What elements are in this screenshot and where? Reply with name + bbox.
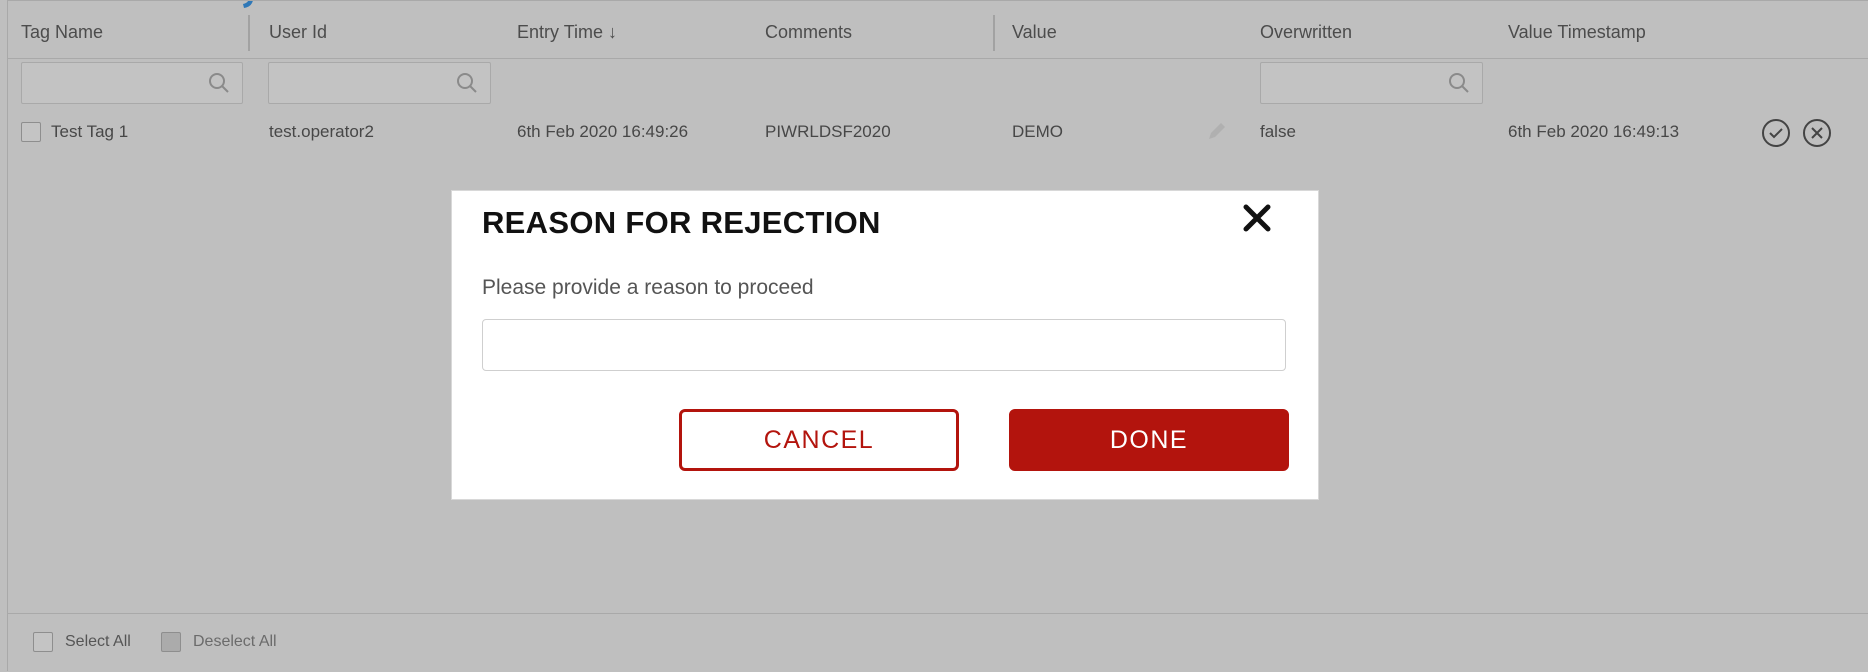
col-header-tag-name[interactable]: Tag Name (21, 1, 103, 58)
sort-arrow-icon: ↓ (608, 22, 618, 42)
cell-entry-time: 6th Feb 2020 16:49:26 (517, 122, 689, 141)
column-resize-handle[interactable] (993, 15, 995, 51)
cell-value: DEMO (1012, 122, 1063, 141)
cell-user-id: test.operator2 (269, 122, 374, 141)
tag-name-filter-input[interactable] (21, 62, 243, 104)
col-header-user-id[interactable]: User Id (269, 1, 327, 58)
cell-tag-name: Test Tag 1 (51, 122, 129, 141)
cell-value-timestamp: 6th Feb 2020 16:49:13 (1508, 122, 1680, 141)
select-all-label[interactable]: Select All (65, 633, 131, 651)
search-icon (457, 73, 477, 93)
close-icon[interactable] (1236, 197, 1278, 239)
table-header: Tag Name User Id Entry Time ↓ Comments V… (8, 0, 1868, 59)
row-checkbox[interactable] (21, 122, 41, 142)
select-all-checkbox[interactable] (33, 632, 53, 652)
overwritten-filter-input[interactable] (1260, 62, 1483, 104)
user-id-filter-input[interactable] (268, 62, 491, 104)
rejection-reason-dialog: REASON FOR REJECTION Please provide a re… (452, 191, 1318, 499)
reason-input[interactable] (482, 319, 1286, 371)
column-resize-handle[interactable] (248, 15, 250, 51)
x-circle-icon[interactable] (1802, 118, 1831, 147)
search-icon (1449, 73, 1469, 93)
done-button[interactable]: DONE (1009, 409, 1289, 471)
col-header-overwritten[interactable]: Overwritten (1260, 1, 1352, 58)
table-footer: Select All Deselect All (8, 613, 1868, 672)
cell-comments: PIWRLDSF2020 (765, 122, 891, 141)
check-circle-icon[interactable] (1761, 118, 1790, 147)
col-header-entry-time-label: Entry Time (517, 22, 604, 42)
col-header-entry-time[interactable]: Entry Time ↓ (517, 1, 617, 58)
search-icon (209, 73, 229, 93)
col-header-comments[interactable]: Comments (765, 1, 852, 58)
deselect-all-label[interactable]: Deselect All (193, 633, 277, 651)
pencil-icon[interactable] (1206, 120, 1234, 148)
table-row: Test Tag 1 test.operator2 6th Feb 2020 1… (8, 112, 1868, 154)
cell-overwritten: false (1260, 122, 1296, 141)
col-header-value[interactable]: Value (1012, 1, 1057, 58)
dialog-subtitle: Please provide a reason to proceed (482, 276, 814, 299)
deselect-all-checkbox[interactable] (161, 632, 181, 652)
cancel-button[interactable]: CANCEL (679, 409, 959, 471)
dialog-title: REASON FOR REJECTION (482, 205, 881, 240)
col-header-value-timestamp[interactable]: Value Timestamp (1508, 1, 1646, 58)
